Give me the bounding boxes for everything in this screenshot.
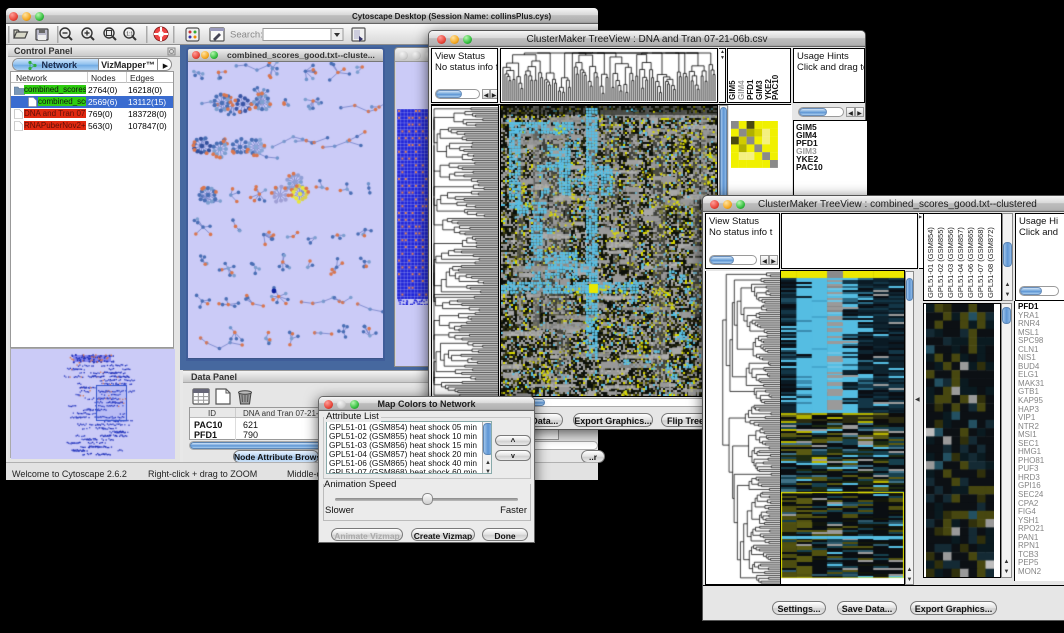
svg-text:1:1: 1:1 <box>126 32 133 38</box>
svg-text:Search:: Search: <box>230 30 263 41</box>
